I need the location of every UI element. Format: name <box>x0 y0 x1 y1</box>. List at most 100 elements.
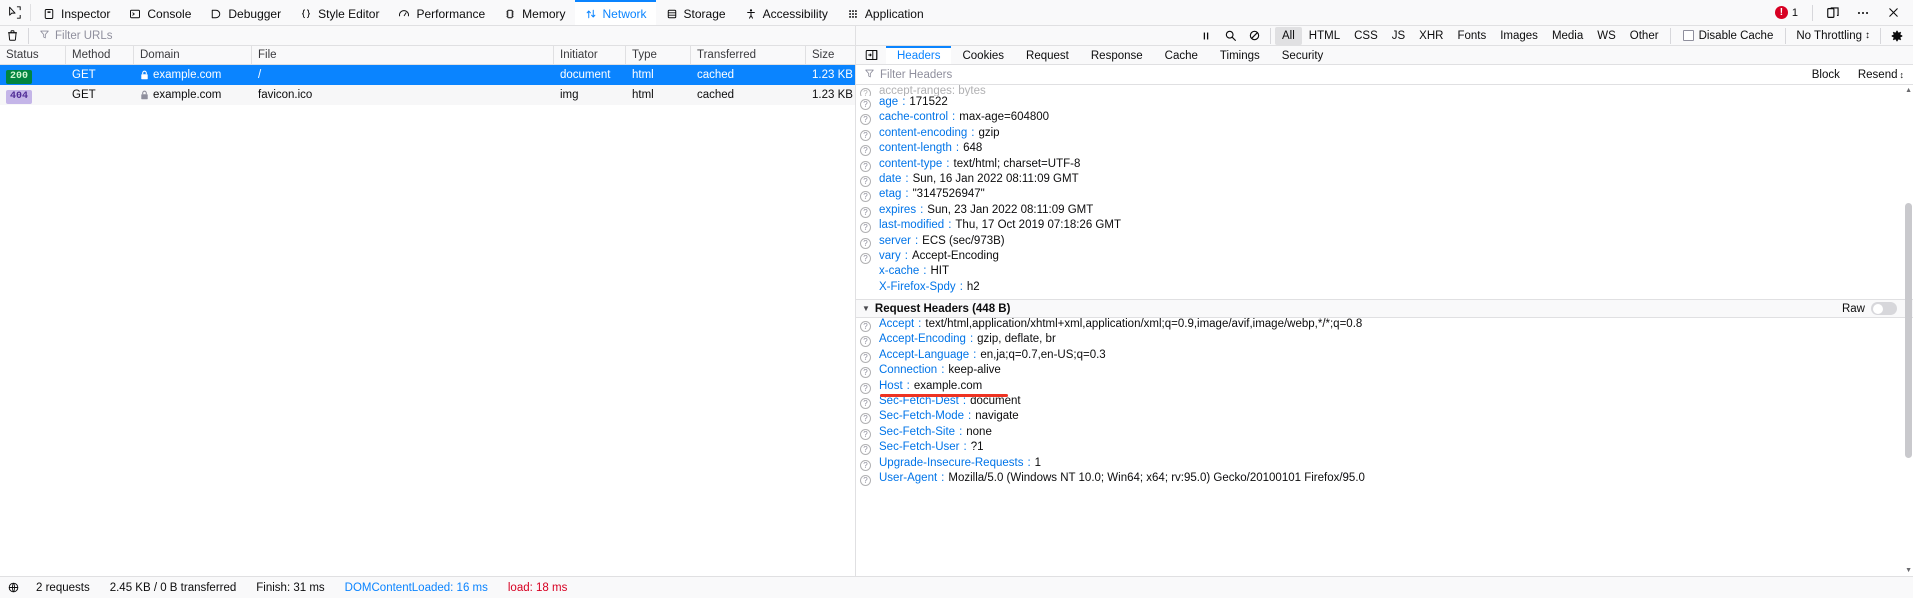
column-header-file[interactable]: File <box>252 46 554 64</box>
list-item[interactable]: ? vary: Accept-Encoding <box>856 250 1913 265</box>
headers-list[interactable]: ? accept-ranges: bytes ? age: 171522 ? c… <box>856 85 1913 576</box>
responsive-design-mode-icon[interactable] <box>1819 0 1847 26</box>
gear-icon[interactable] <box>1885 26 1909 46</box>
column-header-size[interactable]: Size <box>806 46 855 64</box>
tab-timings[interactable]: Timings <box>1209 46 1271 64</box>
headers-scrollbar[interactable]: ▲ ▼ <box>1904 85 1913 576</box>
column-header-status[interactable]: Status <box>0 46 66 64</box>
help-icon[interactable]: ? <box>860 459 871 471</box>
help-icon[interactable]: ? <box>860 99 871 110</box>
help-icon[interactable]: ? <box>860 206 871 218</box>
type-filter-xhr[interactable]: XHR <box>1412 27 1450 45</box>
more-options-icon[interactable] <box>1849 0 1877 26</box>
list-item[interactable]: ? Sec-Fetch-Mode: navigate <box>856 410 1913 425</box>
scroll-up-arrow-icon[interactable]: ▲ <box>1905 87 1912 94</box>
list-item[interactable]: ? accept-ranges: bytes <box>856 85 1913 96</box>
type-filter-html[interactable]: HTML <box>1302 27 1347 45</box>
dom-content-loaded-time[interactable]: DOMContentLoaded: 16 ms <box>335 582 498 594</box>
tab-network[interactable]: Network <box>574 0 656 25</box>
help-icon[interactable]: ? <box>860 114 871 126</box>
help-icon[interactable]: ? <box>860 367 871 379</box>
list-item[interactable]: ? X-Firefox-Spdy: h2 <box>856 281 1913 296</box>
error-count-badge[interactable]: ! 1 <box>1767 6 1806 19</box>
block-button[interactable]: Block <box>1803 69 1849 81</box>
list-item[interactable]: ? content-encoding: gzip <box>856 127 1913 142</box>
request-headers-section-header[interactable]: ▼ Request Headers (448 B) Raw <box>856 299 1913 319</box>
help-icon[interactable]: ? <box>860 88 871 96</box>
tab-debugger[interactable]: Debugger <box>200 0 290 25</box>
type-filter-fonts[interactable]: Fonts <box>1450 27 1493 45</box>
list-item[interactable]: ? content-type: text/html; charset=UTF-8 <box>856 158 1913 173</box>
tab-headers[interactable]: Headers <box>886 46 952 64</box>
help-icon[interactable]: ? <box>860 175 871 187</box>
close-icon[interactable] <box>1879 0 1907 26</box>
help-icon[interactable]: ? <box>860 413 871 425</box>
toggle-sidebar-icon[interactable] <box>856 46 886 64</box>
list-item[interactable]: ? Sec-Fetch-User: ?1 <box>856 441 1913 456</box>
list-item[interactable]: ? Connection: keep-alive <box>856 364 1913 379</box>
list-item[interactable]: ? last-modified: Thu, 17 Oct 2019 07:18:… <box>856 219 1913 234</box>
list-item[interactable]: ? expires: Sun, 23 Jan 2022 08:11:09 GMT <box>856 204 1913 219</box>
pause-icon[interactable] <box>1194 26 1218 46</box>
list-item[interactable]: ? Upgrade-Insecure-Requests: 1 <box>856 457 1913 472</box>
help-icon[interactable]: ? <box>860 321 871 333</box>
type-filter-images[interactable]: Images <box>1493 27 1545 45</box>
type-filter-all[interactable]: All <box>1275 26 1302 45</box>
tab-inspector[interactable]: Inspector <box>33 0 119 25</box>
list-item[interactable]: ? Accept-Encoding: gzip, deflate, br <box>856 333 1913 348</box>
filter-urls-input[interactable]: Filter URLs <box>33 29 855 43</box>
tab-performance[interactable]: Performance <box>388 0 494 25</box>
list-item[interactable]: ? Host: example.com <box>856 380 1913 397</box>
tab-style-editor[interactable]: Style Editor <box>290 0 388 25</box>
tab-storage[interactable]: Storage <box>656 0 735 25</box>
help-icon[interactable]: ? <box>860 160 871 172</box>
load-time[interactable]: load: 18 ms <box>498 582 577 594</box>
table-row[interactable]: 404 GET example.com favicon.ico img html… <box>0 85 855 105</box>
list-item[interactable]: ? cache-control: max-age=604800 <box>856 111 1913 126</box>
help-icon[interactable]: ? <box>860 444 871 456</box>
list-item[interactable]: ? Sec-Fetch-Dest: document <box>856 395 1913 410</box>
help-icon[interactable]: ? <box>860 382 871 394</box>
help-icon[interactable]: ? <box>860 237 871 249</box>
list-item[interactable]: ? etag: "3147526947" <box>856 188 1913 203</box>
tab-application[interactable]: Application <box>837 0 933 25</box>
help-icon[interactable]: ? <box>860 474 871 486</box>
column-header-initiator[interactable]: Initiator <box>554 46 626 64</box>
scroll-down-arrow-icon[interactable]: ▼ <box>1905 567 1912 574</box>
column-header-domain[interactable]: Domain <box>134 46 252 64</box>
help-icon[interactable]: ? <box>860 336 871 348</box>
list-item[interactable]: ? server: ECS (sec/973B) <box>856 235 1913 250</box>
help-icon[interactable]: ? <box>860 351 871 363</box>
tab-accessibility[interactable]: Accessibility <box>735 0 837 25</box>
trash-icon[interactable] <box>0 29 24 42</box>
column-header-transferred[interactable]: Transferred <box>691 46 806 64</box>
list-item[interactable]: ? x-cache: HIT <box>856 265 1913 280</box>
help-icon[interactable]: ? <box>860 252 871 264</box>
column-header-method[interactable]: Method <box>66 46 134 64</box>
help-icon[interactable]: ? <box>860 222 871 234</box>
list-item[interactable]: ? Accept: text/html,application/xhtml+xm… <box>856 318 1913 333</box>
tab-memory[interactable]: Memory <box>494 0 574 25</box>
network-status-icon[interactable] <box>0 581 26 594</box>
help-icon[interactable]: ? <box>860 145 871 157</box>
list-item[interactable]: ? User-Agent: Mozilla/5.0 (Windows NT 10… <box>856 472 1913 487</box>
help-icon[interactable]: ? <box>860 191 871 203</box>
list-item[interactable]: ? content-length: 648 <box>856 142 1913 157</box>
type-filter-ws[interactable]: WS <box>1590 27 1623 45</box>
block-icon[interactable] <box>1242 26 1266 46</box>
list-item[interactable]: ? Sec-Fetch-Site: none <box>856 426 1913 441</box>
type-filter-other[interactable]: Other <box>1623 27 1666 45</box>
type-filter-js[interactable]: JS <box>1385 27 1412 45</box>
filter-headers-input[interactable]: Filter Headers <box>856 68 1803 82</box>
raw-toggle[interactable] <box>1871 302 1897 316</box>
help-icon[interactable]: ? <box>860 129 871 141</box>
help-icon[interactable]: ? <box>860 398 871 410</box>
list-item[interactable]: ? Accept-Language: en,ja;q=0.7,en-US;q=0… <box>856 349 1913 364</box>
type-filter-css[interactable]: CSS <box>1347 27 1385 45</box>
type-filter-media[interactable]: Media <box>1545 27 1590 45</box>
tab-console[interactable]: Console <box>119 0 200 25</box>
column-header-type[interactable]: Type <box>626 46 691 64</box>
list-item[interactable]: ? date: Sun, 16 Jan 2022 08:11:09 GMT <box>856 173 1913 188</box>
help-icon[interactable]: ? <box>860 428 871 440</box>
tab-cookies[interactable]: Cookies <box>951 46 1015 64</box>
